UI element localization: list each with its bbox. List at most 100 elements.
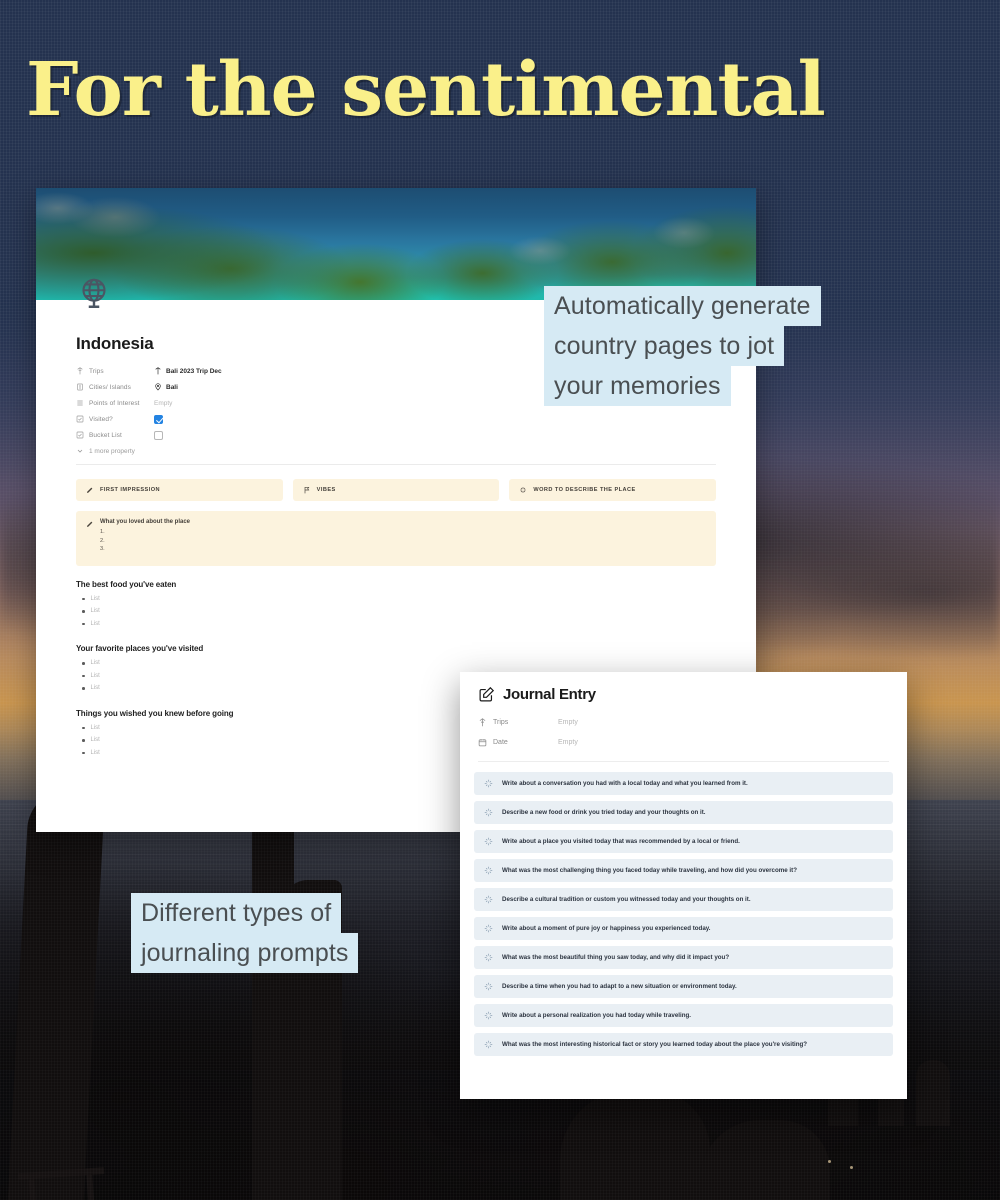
property-label: Bucket List [76, 431, 154, 439]
annotation-line: Different types of [131, 893, 342, 933]
sparkle-icon [484, 866, 493, 875]
property-row-visited[interactable]: Visited? [76, 411, 716, 427]
property-label: Cities/ Islands [76, 383, 154, 391]
section-heading: Your favorite places you've visited [76, 644, 204, 653]
property-label: Trips [478, 717, 558, 727]
sparkle-icon [484, 779, 493, 788]
cover-image [36, 188, 756, 300]
bullet-icon [82, 662, 85, 665]
numbered-item: 2. [100, 537, 105, 544]
journal-prompt[interactable]: What was the most interesting historical… [474, 1033, 893, 1056]
journal-property-list: Trips Empty Date Empty [478, 712, 889, 752]
property-row-bucket-list[interactable]: Bucket List [76, 427, 716, 443]
list-item[interactable]: List [76, 593, 716, 606]
journal-prompt[interactable]: Describe a time when you had to adapt to… [474, 975, 893, 998]
rock-silhouette-2 [700, 1120, 830, 1200]
journal-prompt[interactable]: Write about a personal realization you h… [474, 1004, 893, 1027]
annotation-line: country pages to jot [544, 326, 785, 366]
callout-word-to-describe[interactable]: WORD TO DESCRIBE THE PLACE [509, 479, 717, 501]
annotation-line: your memories [544, 366, 731, 406]
bullet-icon [82, 597, 85, 600]
callout-vibes[interactable]: VIBES [292, 479, 500, 501]
section-heading: The best food you've eaten [76, 579, 177, 589]
journal-title-row: Journal Entry [478, 686, 889, 703]
journal-prompt[interactable]: Describe a new food or drink you tried t… [474, 801, 893, 824]
property-value-empty: Empty [154, 399, 173, 407]
journal-property-date[interactable]: Date Empty [478, 732, 889, 752]
sparkle-icon [484, 924, 493, 933]
numbered-item: 3. [100, 546, 105, 552]
callout-title: What you loved about the place [100, 519, 191, 525]
page-title: For the sentimental [26, 47, 826, 133]
journal-header: Journal Entry Trips Empty Date Empty [460, 672, 907, 752]
property-label: Points of Interest [76, 399, 154, 407]
sparkle-icon [484, 895, 493, 904]
annotation-line: journaling prompts [131, 933, 359, 973]
numbered-item: 1. [100, 529, 105, 535]
pen-icon [87, 487, 93, 493]
pin-icon [155, 367, 161, 375]
bullet-icon [82, 687, 85, 690]
divider [76, 464, 716, 465]
bullet-icon [82, 622, 85, 625]
journal-prompt[interactable]: Write about a place you visited today th… [474, 830, 893, 853]
callout-first-impression[interactable]: FIRST IMPRESSION [76, 479, 283, 501]
journal-prompt-list: Write about a conversation you had with … [460, 762, 907, 1056]
sparkle-icon [484, 1040, 493, 1049]
journal-title: Journal Entry [503, 686, 596, 703]
list-item[interactable]: List [76, 618, 716, 631]
checkbox-icon [76, 415, 84, 423]
flag-icon [304, 487, 310, 494]
journal-prompt[interactable]: Write about a conversation you had with … [474, 772, 893, 795]
sparkle-icon [484, 982, 493, 991]
journal-entry-screenshot: Journal Entry Trips Empty Date Empty Wri… [460, 672, 907, 1099]
bullet-icon [82, 674, 85, 677]
property-value-empty: Empty [558, 738, 578, 746]
journal-prompt[interactable]: What was the most challenging thing you … [474, 859, 893, 882]
palm-silhouette [6, 790, 106, 1200]
property-value [154, 414, 163, 424]
chevron-down-icon [77, 449, 83, 453]
annotation-prompt-types: Different types of journaling prompts [131, 893, 359, 973]
annotation-auto-generate: Automatically generate country pages to … [544, 286, 821, 406]
bullet-icon [82, 751, 85, 754]
list-icon [77, 400, 83, 406]
journal-prompt[interactable]: What was the most beautiful thing you sa… [474, 946, 893, 969]
edit-note-icon [479, 686, 495, 702]
property-value-empty: Empty [558, 718, 578, 726]
checkbox-icon [76, 431, 84, 439]
building-icon [77, 383, 83, 391]
section-best-food: The best food you've eaten List List Lis… [76, 580, 716, 631]
calendar-icon [478, 738, 487, 746]
sparkle-icon [484, 1011, 493, 1020]
bullet-icon [82, 726, 85, 729]
visited-checkbox[interactable] [154, 414, 163, 424]
globe-icon [82, 278, 106, 308]
property-label: Visited? [76, 415, 154, 423]
annotation-line: Automatically generate [544, 286, 821, 326]
property-label: Date [478, 738, 558, 747]
journal-prompt[interactable]: Write about a moment of pure joy or happ… [474, 917, 893, 940]
bucket-list-checkbox[interactable] [154, 430, 163, 440]
journal-property-trips[interactable]: Trips Empty [478, 712, 889, 732]
light-speck [828, 1160, 831, 1163]
list-item[interactable]: List [76, 657, 716, 670]
callout-row: FIRST IMPRESSION VIBES WORD TO DESCRIBE … [76, 479, 717, 501]
property-label: Trips [76, 367, 154, 375]
bullet-icon [82, 610, 85, 613]
pen-icon [87, 521, 93, 527]
property-value [154, 430, 163, 440]
sparkle-icon [520, 487, 527, 493]
more-properties-toggle[interactable]: 1 more property [76, 447, 716, 455]
list-item[interactable]: List [76, 605, 716, 618]
callout-what-you-loved[interactable]: What you loved about the place 1. 2. 3. [76, 511, 716, 566]
map-pin-icon [155, 383, 161, 391]
journal-prompt[interactable]: Describe a cultural tradition or custom … [474, 888, 893, 911]
trips-icon [77, 367, 83, 375]
trips-icon [479, 717, 486, 726]
person-silhouette [916, 1060, 950, 1126]
sparkle-icon [484, 953, 493, 962]
callout-content: What you loved about the place 1. 2. 3. [100, 519, 190, 554]
bench-silhouette [18, 1167, 108, 1200]
sparkle-icon [484, 808, 493, 817]
